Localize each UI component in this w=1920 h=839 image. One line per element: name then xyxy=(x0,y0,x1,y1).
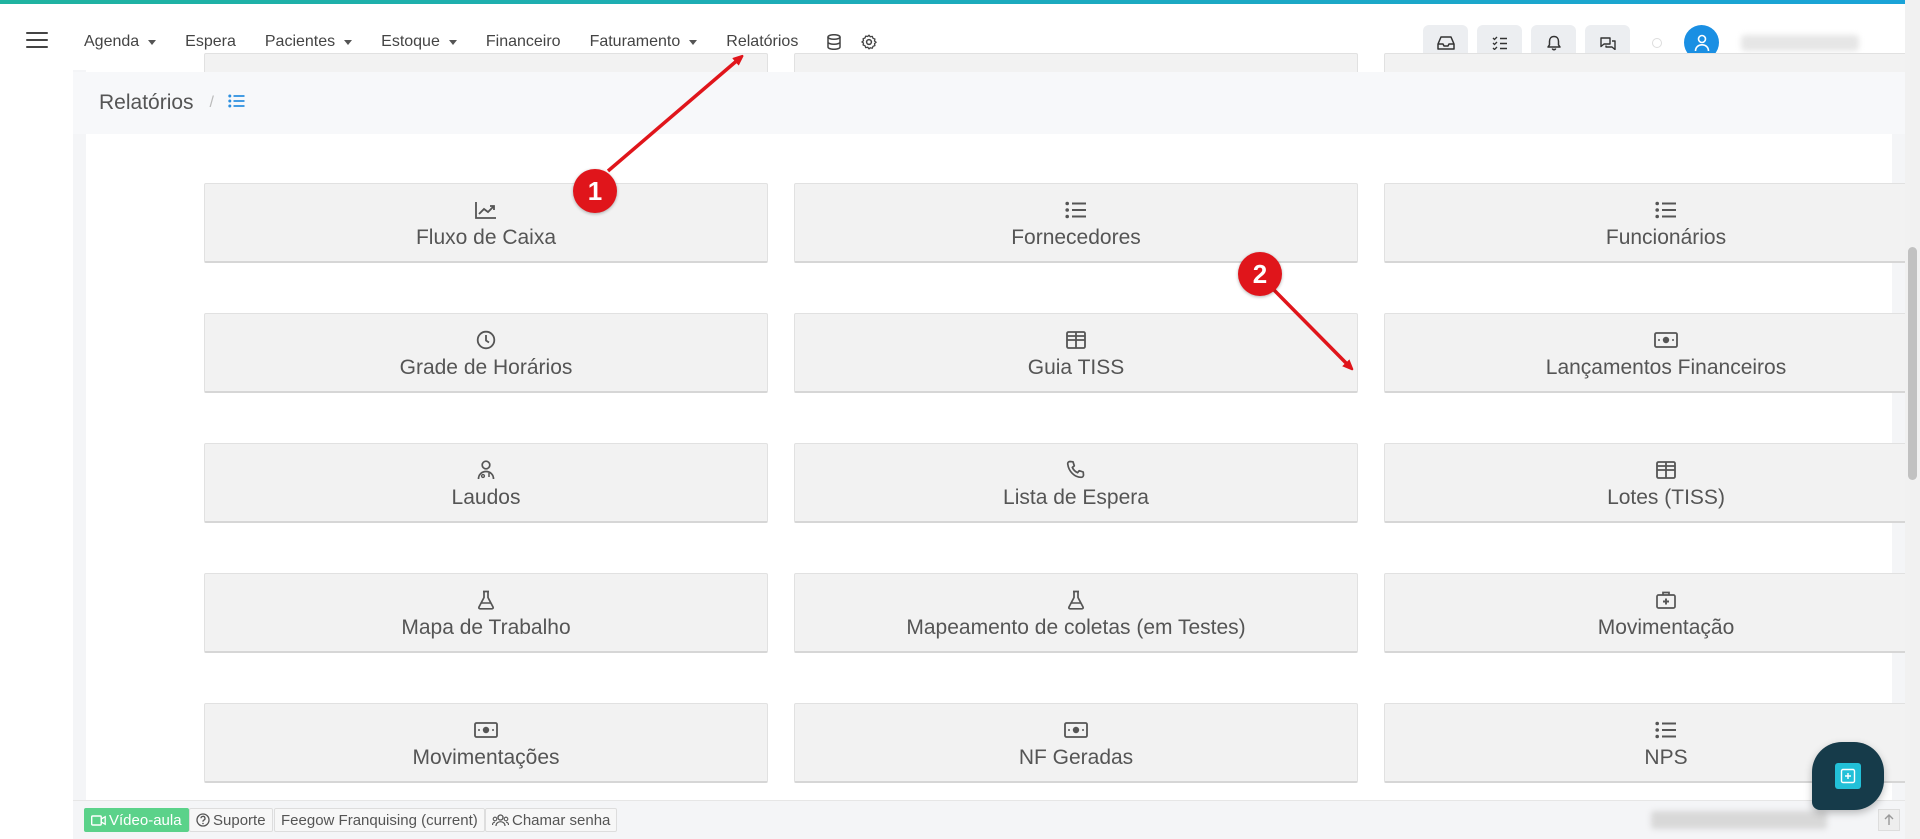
chart-line-icon xyxy=(205,199,767,221)
user-md-icon xyxy=(205,459,767,481)
nav-label: Faturamento xyxy=(589,33,681,50)
table-icon xyxy=(1385,459,1920,481)
money-icon xyxy=(205,719,767,741)
support-chat-fab[interactable] xyxy=(1812,742,1884,810)
caret-down-icon xyxy=(689,39,698,45)
list-icon[interactable] xyxy=(228,94,245,113)
report-tile-movimentacoes[interactable]: Movimentações xyxy=(204,703,768,783)
nav-label: Agenda xyxy=(84,33,140,50)
annotation-marker-label: 2 xyxy=(1252,258,1268,289)
report-tile-label: Guia TISS xyxy=(1027,356,1125,379)
report-tile-grade-de-horarios[interactable]: Grade de Horários xyxy=(204,313,768,393)
caret-down-icon xyxy=(148,39,157,45)
medkit-icon xyxy=(1385,589,1920,611)
nav-item-agenda[interactable]: Agenda xyxy=(84,33,157,51)
report-tile-label: Funcionários xyxy=(1605,226,1727,249)
nav-label: Pacientes xyxy=(264,33,336,50)
list-icon xyxy=(1385,719,1920,741)
report-tile-label: Mapa de Trabalho xyxy=(401,616,571,639)
caret-down-icon xyxy=(448,39,457,45)
nav-label: Financeiro xyxy=(485,33,561,50)
reports-card: DREEmail/SMS/WhatsAppFechamento CaixaFlu… xyxy=(86,53,1920,800)
report-tile-label: Fornecedores xyxy=(1011,226,1141,249)
bottom-bar: Vídeo-aula Suporte Feegow Franquising (c… xyxy=(73,800,1905,839)
report-tile-fornecedores[interactable]: Fornecedores xyxy=(794,183,1358,263)
report-tile-lista-de-espera[interactable]: Lista de Espera xyxy=(794,443,1358,523)
table-icon xyxy=(795,329,1357,351)
report-tile-label: Lista de Espera xyxy=(1003,486,1149,509)
arrow-up-icon xyxy=(1884,814,1894,825)
nav-item-financeiro[interactable]: Financeiro xyxy=(486,33,561,51)
gear-icon[interactable] xyxy=(861,34,878,50)
franchise-label: Feegow Franquising (current) xyxy=(281,811,478,829)
list-icon xyxy=(795,199,1357,221)
nav-item-faturamento[interactable]: Faturamento xyxy=(590,33,698,51)
report-tile-label: NF Geradas xyxy=(1018,746,1134,769)
report-tile-nf-geradas[interactable]: NF Geradas xyxy=(794,703,1358,783)
report-tile-label: Movimentações xyxy=(412,746,560,769)
money-icon xyxy=(795,719,1357,741)
flask-icon xyxy=(205,589,767,611)
nav-label: Relatórios xyxy=(726,33,799,50)
nav-label: Estoque xyxy=(381,33,440,50)
report-tile-lotes-tiss[interactable]: Lotes (TISS) xyxy=(1384,443,1920,523)
report-tile-mapa-de-trabalho[interactable]: Mapa de Trabalho xyxy=(204,573,768,653)
flask-icon xyxy=(795,589,1357,611)
nav-item-espera[interactable]: Espera xyxy=(185,33,236,51)
support-button[interactable]: Suporte xyxy=(189,808,273,832)
annotation-marker-label: 1 xyxy=(587,175,603,206)
database-icon[interactable] xyxy=(827,34,842,50)
scrollbar-thumb[interactable] xyxy=(1908,247,1917,480)
question-icon xyxy=(196,813,210,827)
report-tile-label: Lotes (TISS) xyxy=(1607,486,1725,509)
report-tile-fluxo-de-caixa[interactable]: Fluxo de Caixa xyxy=(204,183,768,263)
report-tile-movimentacao[interactable]: Movimentação xyxy=(1384,573,1920,653)
report-tile-guia-tiss[interactable]: Guia TISS xyxy=(794,313,1358,393)
annotation-marker-2: 2 xyxy=(1238,252,1282,296)
report-tile-label: Lançamentos Financeiros xyxy=(1545,356,1787,379)
money-icon xyxy=(1385,329,1920,351)
report-tile-mapeamento-de-coletas-em-testes[interactable]: Mapeamento de coletas (em Testes) xyxy=(794,573,1358,653)
report-tile-lancamentos-financeiros[interactable]: Lançamentos Financeiros xyxy=(1384,313,1920,393)
report-tile-label: Movimentação xyxy=(1597,616,1735,639)
video-class-button[interactable]: Vídeo-aula xyxy=(84,808,189,832)
nav-item-pacientes[interactable]: Pacientes xyxy=(264,33,353,51)
call-password-label: Chamar senha xyxy=(512,811,611,829)
breadcrumb-separator: / xyxy=(209,94,214,111)
report-tile-label: Grade de Horários xyxy=(399,356,573,379)
report-tile-laudos[interactable]: Laudos xyxy=(204,443,768,523)
video-class-label: Vídeo-aula xyxy=(109,811,182,829)
left-sidebar-strip xyxy=(0,70,73,839)
page-scrollbar[interactable] xyxy=(1905,0,1920,839)
annotation-marker-1: 1 xyxy=(573,169,617,213)
report-tile-label: Laudos xyxy=(451,486,521,509)
video-icon xyxy=(91,814,106,826)
scroll-to-top-button[interactable] xyxy=(1878,809,1900,831)
clock-icon xyxy=(205,329,767,351)
status-indicator xyxy=(1652,37,1662,48)
list-icon xyxy=(1385,199,1920,221)
caret-down-icon xyxy=(344,39,353,45)
blurred-info xyxy=(1651,811,1827,829)
users-icon xyxy=(492,813,509,826)
franchise-button[interactable]: Feegow Franquising (current) xyxy=(274,808,485,832)
call-password-button[interactable]: Chamar senha xyxy=(485,808,618,832)
support-widget-icon xyxy=(1835,763,1861,789)
nav-item-relatorios[interactable]: Relatórios xyxy=(726,33,798,51)
nav-item-estoque[interactable]: Estoque xyxy=(381,33,457,51)
support-label: Suporte xyxy=(213,811,266,829)
user-name-blurred[interactable] xyxy=(1741,34,1859,51)
report-tile-label: Mapeamento de coletas (em Testes) xyxy=(906,616,1246,639)
report-tile-label: Fluxo de Caixa xyxy=(415,226,557,249)
hamburger-menu-icon[interactable] xyxy=(26,32,48,48)
report-tile-funcionarios[interactable]: Funcionários xyxy=(1384,183,1920,263)
page-subheader: Relatórios / xyxy=(73,72,1905,134)
page-title: Relatórios xyxy=(99,91,194,114)
phone-icon xyxy=(795,459,1357,481)
nav-label: Espera xyxy=(185,33,236,50)
